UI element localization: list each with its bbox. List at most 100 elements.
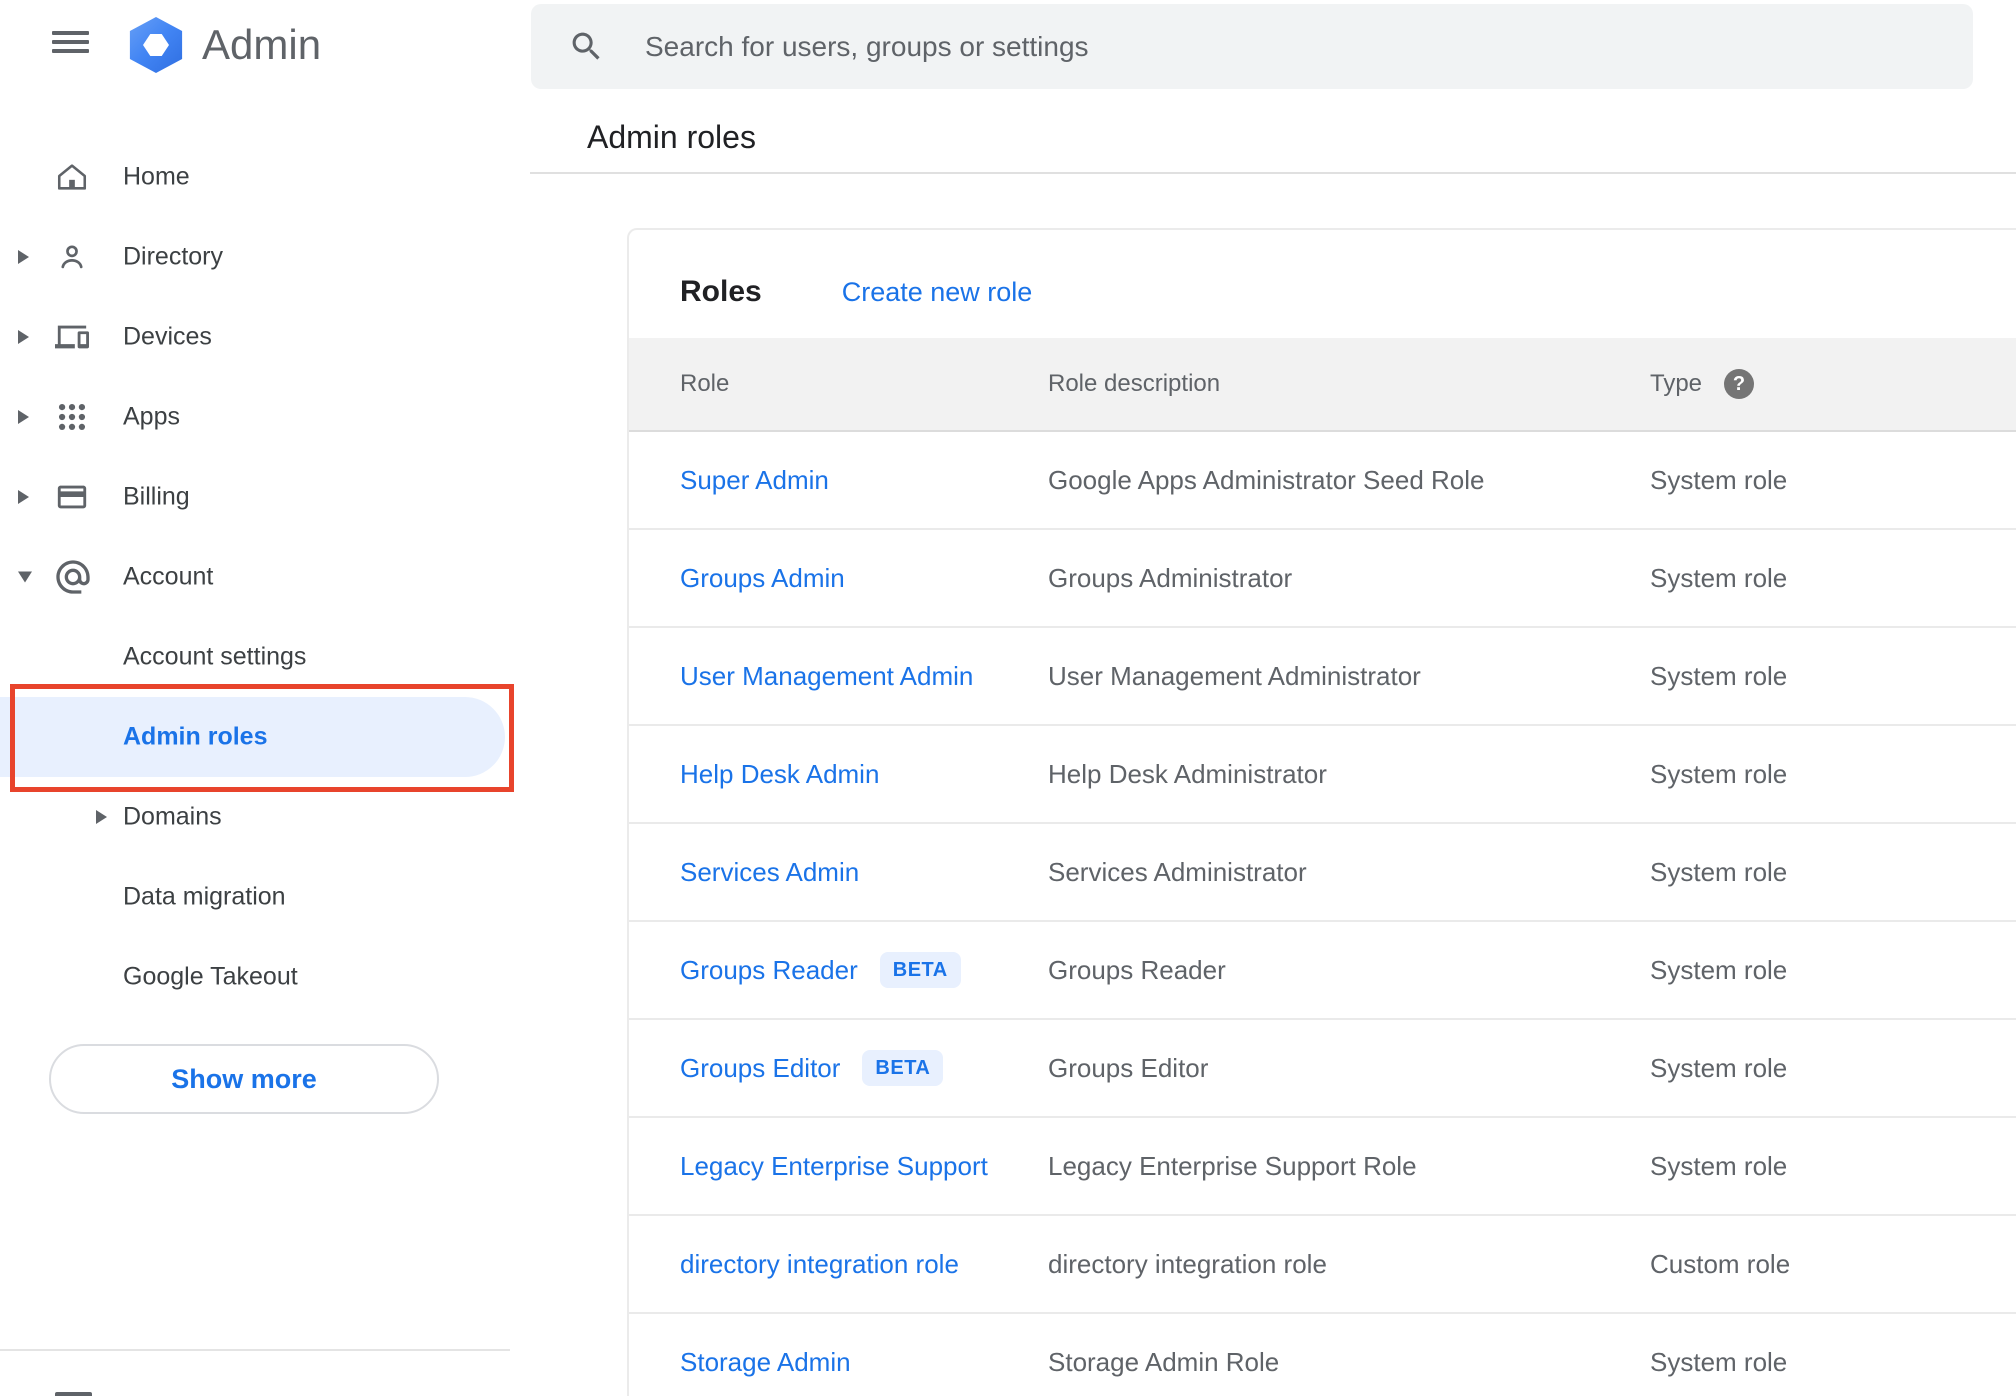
create-new-role-link[interactable]: Create new role: [842, 277, 1033, 308]
roles-table-body: Super Admin Google Apps Administrator Se…: [629, 432, 2016, 1396]
beta-badge: BETA: [862, 1050, 944, 1086]
help-icon[interactable]: ?: [1724, 369, 1755, 399]
role-description: Legacy Enterprise Support Role: [1048, 1150, 1417, 1181]
hamburger-menu-icon[interactable]: [52, 31, 89, 53]
role-type: System role: [1650, 660, 1788, 691]
sidebar-item-label: Home: [123, 162, 190, 191]
sidebar-item-google-takeout[interactable]: Google Takeout: [0, 937, 530, 1017]
role-type: System role: [1650, 856, 1788, 887]
role-link[interactable]: Groups Reader: [680, 955, 858, 986]
role-link[interactable]: Groups Editor: [680, 1053, 840, 1084]
table-row: Legacy Enterprise Support Legacy Enterpr…: [629, 1118, 2016, 1216]
panel-heading: Roles: [680, 275, 762, 308]
role-type: System role: [1650, 954, 1788, 985]
role-type: Custom role: [1650, 1248, 1791, 1279]
brand-name: Admin: [202, 21, 322, 68]
role-type: System role: [1650, 1346, 1788, 1377]
google-admin-console: Admin Home Directory Devices Apps Billin…: [0, 0, 2016, 1396]
role-description: User Management Administrator: [1048, 660, 1421, 691]
search-input[interactable]: Search for users, groups or settings: [531, 4, 1973, 89]
roles-panel: Roles Create new role Role Role descript…: [627, 228, 2016, 1396]
role-description: Google Apps Administrator Seed Role: [1048, 464, 1485, 495]
caret-right-icon: [18, 410, 29, 424]
devices-icon: [55, 320, 89, 354]
caret-right-icon: [18, 330, 29, 344]
table-row: Super Admin Google Apps Administrator Se…: [629, 432, 2016, 530]
role-type: System role: [1650, 562, 1788, 593]
table-row: Help Desk Admin Help Desk Administrator …: [629, 726, 2016, 824]
role-description: directory integration role: [1048, 1248, 1327, 1279]
show-more-button[interactable]: Show more: [49, 1044, 439, 1114]
search-placeholder: Search for users, groups or settings: [645, 30, 1089, 62]
role-link[interactable]: Storage Admin: [680, 1347, 851, 1378]
role-link[interactable]: Help Desk Admin: [680, 759, 879, 790]
person-icon: [55, 240, 89, 274]
sidebar-item-label: Google Takeout: [123, 962, 298, 991]
table-row: Groups Admin Groups Administrator System…: [629, 530, 2016, 628]
table-row: Groups Reader BETA Groups Reader System …: [629, 922, 2016, 1020]
role-link[interactable]: Legacy Enterprise Support: [680, 1151, 988, 1182]
admin-logo-icon: [127, 17, 185, 73]
role-type: System role: [1650, 1052, 1788, 1083]
role-description: Help Desk Administrator: [1048, 758, 1327, 789]
sidebar: Admin Home Directory Devices Apps Billin…: [0, 0, 530, 1396]
partial-bottom-icon: [55, 1392, 92, 1396]
sidebar-item-label: Devices: [123, 322, 212, 351]
sidebar-item-account[interactable]: Account: [0, 537, 530, 617]
caret-down-icon: [18, 571, 32, 583]
credit-card-icon: [55, 480, 89, 514]
table-row: User Management Admin User Management Ad…: [629, 628, 2016, 726]
roles-panel-header: Roles Create new role: [629, 230, 2016, 338]
sidebar-item-devices[interactable]: Devices: [0, 297, 530, 377]
table-header-row: Role Role description Type ?: [629, 338, 2016, 432]
sidebar-item-admin-roles[interactable]: Admin roles: [0, 697, 505, 777]
column-header-type: Type: [1650, 370, 1703, 397]
role-description: Groups Editor: [1048, 1052, 1209, 1083]
sidebar-item-billing[interactable]: Billing: [0, 457, 530, 537]
sidebar-item-label: Account: [123, 562, 214, 591]
role-link[interactable]: Super Admin: [680, 465, 829, 496]
sidebar-item-home[interactable]: Home: [0, 137, 530, 217]
sidebar-item-label: Data migration: [123, 882, 286, 911]
role-link[interactable]: Groups Admin: [680, 563, 845, 594]
role-description: Groups Reader: [1048, 954, 1226, 985]
role-type: System role: [1650, 758, 1788, 789]
column-header-role: Role: [680, 370, 730, 397]
sidebar-nav: Home Directory Devices Apps Billing Acco…: [0, 137, 530, 1017]
caret-right-icon: [18, 250, 29, 264]
caret-right-icon: [18, 490, 29, 504]
sidebar-item-label: Billing: [123, 482, 190, 511]
column-header-role-description: Role description: [1048, 370, 1221, 397]
role-type: System role: [1650, 464, 1788, 495]
home-icon: [55, 160, 89, 194]
sidebar-item-data-migration[interactable]: Data migration: [0, 857, 530, 937]
table-row: directory integration role directory int…: [629, 1216, 2016, 1314]
sidebar-divider: [0, 1349, 510, 1351]
role-link[interactable]: Services Admin: [680, 857, 859, 888]
caret-right-icon: [96, 810, 107, 824]
sidebar-item-directory[interactable]: Directory: [0, 217, 530, 297]
role-link[interactable]: User Management Admin: [680, 661, 973, 692]
brand: Admin: [127, 16, 321, 74]
sidebar-item-account-settings[interactable]: Account settings: [0, 617, 530, 697]
role-description: Groups Administrator: [1048, 562, 1293, 593]
at-sign-icon: [53, 557, 93, 597]
header-divider: [530, 172, 2016, 174]
role-link[interactable]: directory integration role: [680, 1249, 959, 1280]
sidebar-item-label: Account settings: [123, 642, 307, 671]
beta-badge: BETA: [879, 952, 961, 988]
sidebar-item-apps[interactable]: Apps: [0, 377, 530, 457]
role-description: Storage Admin Role: [1048, 1346, 1280, 1377]
table-row: Groups Editor BETA Groups Editor System …: [629, 1020, 2016, 1118]
apps-grid-icon: [55, 400, 89, 434]
search-icon: [572, 32, 600, 60]
sidebar-item-label: Directory: [123, 242, 224, 271]
sidebar-item-label: Domains: [123, 802, 222, 831]
role-type: System role: [1650, 1150, 1788, 1181]
page-title: Admin roles: [587, 119, 756, 155]
sidebar-item-domains[interactable]: Domains: [0, 777, 530, 857]
role-description: Services Administrator: [1048, 856, 1307, 887]
table-row: Storage Admin Storage Admin Role System …: [629, 1314, 2016, 1396]
sidebar-item-label: Apps: [123, 402, 180, 431]
sidebar-item-label: Admin roles: [123, 722, 268, 751]
